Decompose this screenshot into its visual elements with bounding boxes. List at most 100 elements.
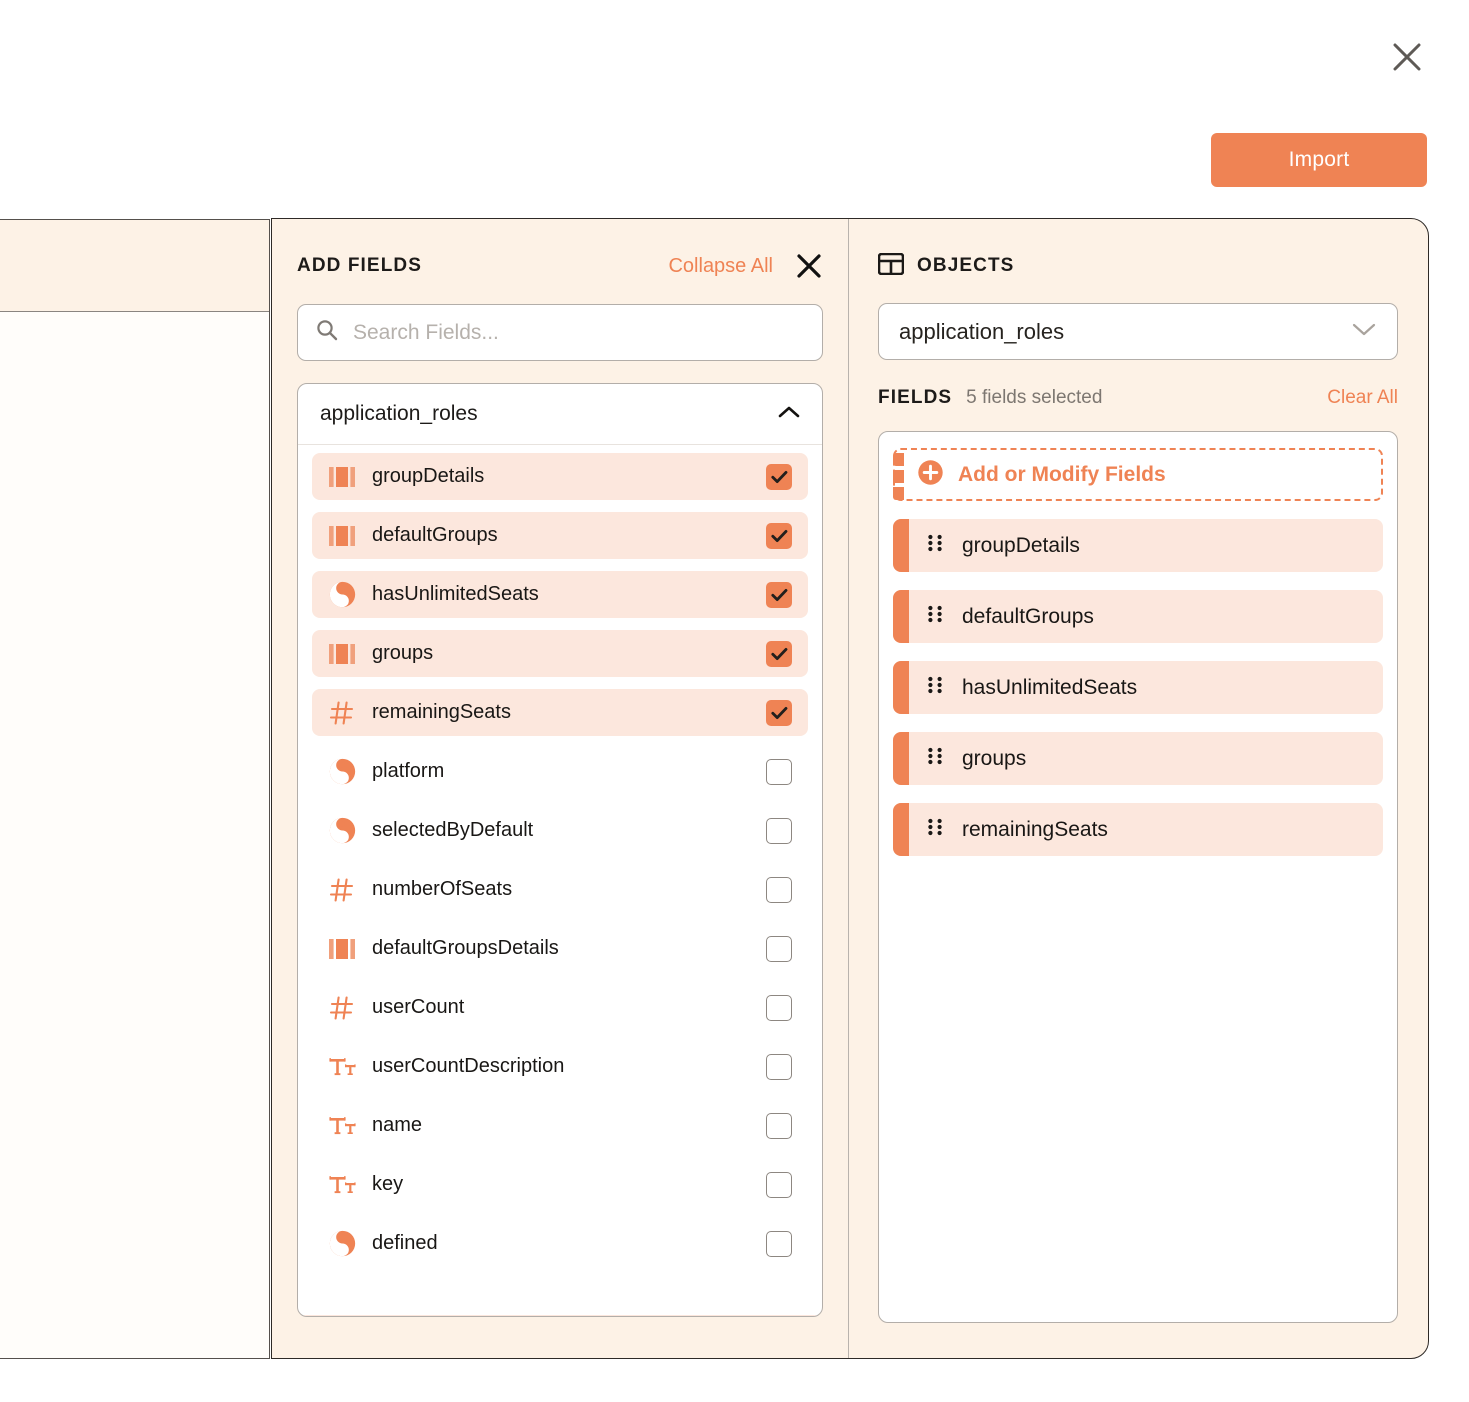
search-input[interactable] [351, 319, 804, 346]
field-row[interactable]: platform [312, 748, 808, 795]
object-select[interactable]: application_roles [878, 303, 1398, 360]
boolean-type-icon [326, 817, 358, 844]
checkbox-checked[interactable] [766, 463, 792, 490]
selected-field-chip[interactable]: remainingSeats [893, 803, 1383, 856]
field-checkbox[interactable] [766, 994, 792, 1021]
checkbox-checked[interactable] [766, 522, 792, 549]
field-row[interactable]: defaultGroupsDetails [312, 925, 808, 972]
field-checkbox[interactable] [766, 876, 792, 903]
checkbox-checked[interactable] [766, 699, 792, 726]
fields-count: 5 fields selected [966, 387, 1103, 408]
field-label: defaultGroupsDetails [372, 937, 559, 959]
add-or-modify-fields-label: Add or Modify Fields [958, 462, 1166, 486]
chevron-up-icon[interactable] [778, 405, 800, 424]
object-select-value: application_roles [899, 318, 1065, 344]
field-row[interactable]: defined [312, 1220, 808, 1267]
number-type-icon [326, 700, 358, 726]
field-group-name: application_roles [320, 402, 478, 425]
objects-title: OBJECTS [917, 255, 1015, 276]
chevron-down-icon[interactable] [1351, 321, 1377, 342]
field-checkbox[interactable] [766, 1171, 792, 1198]
drag-handle-icon[interactable] [927, 746, 943, 771]
checkbox-unchecked[interactable] [766, 817, 792, 844]
array-type-icon [326, 938, 358, 960]
checkbox-checked[interactable] [766, 581, 792, 608]
search-icon [316, 319, 338, 346]
drag-handle-icon[interactable] [927, 817, 943, 842]
field-checkbox[interactable] [766, 1230, 792, 1257]
selected-field-label: defaultGroups [962, 604, 1094, 628]
objects-column: OBJECTS application_roles FIELDS 5 field… [849, 219, 1428, 1358]
array-type-icon [326, 643, 358, 665]
field-row[interactable]: groupDetails [312, 453, 808, 500]
field-picker-panel: ADD FIELDS Collapse All app [271, 218, 1429, 1359]
field-row[interactable]: hasUnlimitedSeats [312, 571, 808, 618]
objects-header: OBJECTS [877, 245, 1398, 287]
field-row[interactable]: userCount [312, 984, 808, 1031]
field-row[interactable]: userCountDescription [312, 1043, 808, 1090]
checkbox-unchecked[interactable] [766, 994, 792, 1021]
field-label: name [372, 1114, 423, 1136]
import-button[interactable]: Import [1211, 133, 1427, 187]
field-checkbox[interactable] [766, 1112, 792, 1139]
number-type-icon [326, 995, 358, 1021]
field-checkbox[interactable] [766, 581, 792, 608]
checkbox-unchecked[interactable] [766, 935, 792, 962]
checkbox-unchecked[interactable] [766, 758, 792, 785]
field-checkbox[interactable] [766, 817, 792, 844]
selected-field-chip[interactable]: defaultGroups [893, 590, 1383, 643]
field-checkbox[interactable] [766, 463, 792, 490]
field-checkbox[interactable] [766, 758, 792, 785]
drag-handle-icon[interactable] [927, 604, 943, 629]
field-label: userCount [372, 996, 465, 1018]
checkbox-checked[interactable] [766, 640, 792, 667]
field-checkbox[interactable] [766, 935, 792, 962]
field-group-card: application_roles groupDetails defaultGro… [297, 383, 823, 1317]
dashed-tab-decoration [893, 453, 904, 500]
selected-field-chip[interactable]: hasUnlimitedSeats [893, 661, 1383, 714]
field-checkbox[interactable] [766, 699, 792, 726]
field-list: groupDetails defaultGroups hasUnlimitedSea… [298, 445, 822, 1309]
selected-field-label: hasUnlimitedSeats [962, 675, 1138, 699]
selected-field-chip[interactable]: groupDetails [893, 519, 1383, 572]
field-row[interactable]: key [312, 1161, 808, 1208]
checkbox-unchecked[interactable] [766, 1230, 792, 1257]
dialog-header: Import [0, 0, 1469, 218]
field-label: remainingSeats [372, 701, 511, 723]
selected-field-chip[interactable]: groups [893, 732, 1383, 785]
field-label: selectedByDefault [372, 819, 534, 841]
checkbox-unchecked[interactable] [766, 1112, 792, 1139]
checkbox-unchecked[interactable] [766, 1171, 792, 1198]
checkbox-unchecked[interactable] [766, 876, 792, 903]
field-row[interactable]: groups [312, 630, 808, 677]
field-row[interactable]: name [312, 1102, 808, 1149]
checkbox-unchecked[interactable] [766, 1053, 792, 1080]
add-fields-title: ADD FIELDS [297, 255, 422, 276]
add-or-modify-fields-button[interactable]: Add or Modify Fields [893, 448, 1383, 501]
close-icon[interactable] [795, 252, 823, 280]
drag-handle-icon[interactable] [927, 675, 943, 700]
drag-handle-icon[interactable] [927, 533, 943, 558]
fields-label: FIELDS [878, 387, 953, 408]
text-type-icon [326, 1173, 358, 1197]
search-fields-box[interactable] [297, 304, 823, 361]
field-checkbox[interactable] [766, 522, 792, 549]
clear-all-button[interactable]: Clear All [1327, 387, 1398, 409]
background-table-body [0, 312, 269, 1358]
field-row[interactable]: defaultGroups [312, 512, 808, 559]
collapse-all-button[interactable]: Collapse All [668, 255, 773, 278]
fields-bar: FIELDS 5 fields selected Clear All [878, 387, 1398, 417]
field-checkbox[interactable] [766, 1053, 792, 1080]
array-type-icon [326, 525, 358, 547]
add-fields-header: ADD FIELDS Collapse All [297, 245, 823, 287]
field-row[interactable]: remainingSeats [312, 689, 808, 736]
add-fields-column: ADD FIELDS Collapse All app [272, 219, 849, 1358]
field-label: hasUnlimitedSeats [372, 583, 539, 605]
field-row[interactable]: numberOfSeats [312, 866, 808, 913]
field-checkbox[interactable] [766, 640, 792, 667]
close-icon[interactable] [1388, 38, 1426, 76]
array-type-icon [326, 466, 358, 488]
plus-circle-icon [917, 459, 944, 491]
field-group-header[interactable]: application_roles [298, 384, 822, 445]
field-row[interactable]: selectedByDefault [312, 807, 808, 854]
